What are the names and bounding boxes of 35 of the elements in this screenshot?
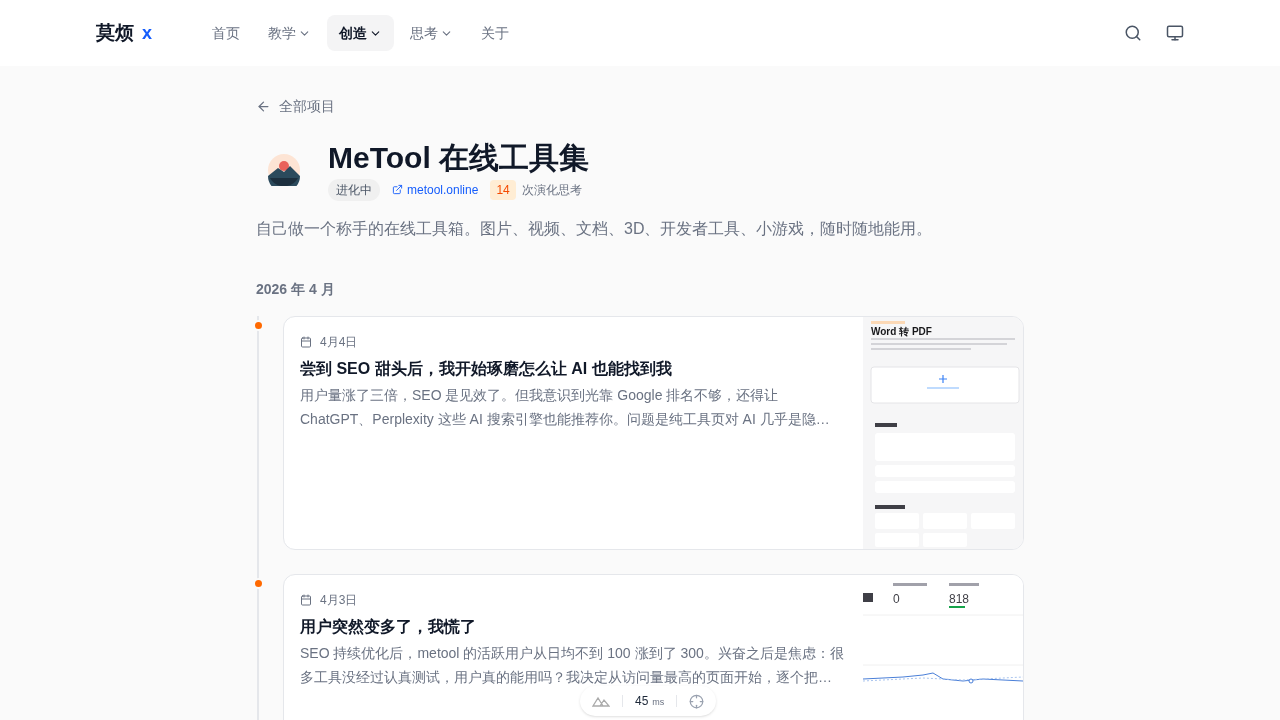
calendar-icon bbox=[300, 593, 312, 606]
site-link[interactable]: metool.online bbox=[392, 180, 479, 199]
post-card[interactable]: 4月4日 尝到 SEO 甜头后，我开始琢磨怎么让 AI 也能找到我 用户量涨了三倍，SEO 是见效了。但我意识到光靠 Google 排名不够，还得让 ChatGPT、Perplexity 这些 AI 搜索引擎也能推荐你。问题是纯工具页对 AI 几乎是隐… Word 转 PDF bbox=[283, 315, 1024, 550]
month-heading: 2026 年 4 月 bbox=[256, 279, 336, 299]
crosshair-icon[interactable] bbox=[689, 693, 705, 709]
count-label: 次演化思考 bbox=[521, 181, 582, 199]
post-excerpt: SEO 持续优化后，metool 的活跃用户从日均不到 100 涨到了 300。兴奋之后是焦虑：很多工具没经过认真测试，用户真的能用吗？我决定从访问量最高的页面开始，逐个把… bbox=[300, 643, 845, 687]
nav-item[interactable]: 教学 bbox=[256, 15, 323, 51]
post-title: 用户突然变多了，我慌了 bbox=[300, 616, 477, 637]
post-date: 4月3日 bbox=[320, 591, 358, 609]
search-icon[interactable] bbox=[1124, 24, 1142, 42]
external-link-icon bbox=[392, 184, 403, 195]
nav-item[interactable]: 首页 bbox=[200, 15, 252, 51]
status-badge: 进化中 bbox=[328, 178, 380, 201]
nav-item[interactable]: 创造 bbox=[327, 15, 394, 51]
perf-unit: ms bbox=[652, 696, 665, 709]
metric-value: 0 bbox=[893, 591, 900, 606]
project-title: MeTool 在线工具集 bbox=[328, 140, 590, 176]
calendar-icon bbox=[300, 335, 312, 348]
monitor-icon[interactable] bbox=[1166, 24, 1184, 42]
count-badge: 14 bbox=[490, 179, 516, 200]
post-date: 4月4日 bbox=[320, 333, 358, 351]
metric-value: 818 bbox=[949, 591, 970, 606]
post-excerpt: 用户量涨了三倍，SEO 是见效了。但我意识到光靠 Google 排名不够，还得让 ChatGPT、Perplexity 这些 AI 搜索引擎也能推荐你。问题是纯工具页对 AI 几乎是隐… bbox=[300, 385, 831, 429]
project-logo-icon bbox=[268, 153, 300, 186]
perf-value: 45 bbox=[635, 693, 649, 710]
nav-item[interactable]: 思考 bbox=[398, 15, 465, 51]
project-description: 自己做一个称手的在线工具箱。图片、视频、文档、3D、开发者工具、小游戏，随时随地能用。 bbox=[256, 218, 934, 239]
mountain-icon bbox=[592, 695, 610, 707]
back-link[interactable]: 全部项目 bbox=[256, 96, 335, 117]
logo-mark: x bbox=[142, 21, 152, 45]
nav-item[interactable]: 关于 bbox=[469, 15, 521, 51]
site-logo[interactable]: 莫烦 bbox=[96, 18, 134, 48]
thumbnail-title: Word 转 PDF bbox=[871, 325, 932, 337]
post-title: 尝到 SEO 甜头后，我开始琢磨怎么让 AI 也能找到我 bbox=[300, 358, 673, 379]
